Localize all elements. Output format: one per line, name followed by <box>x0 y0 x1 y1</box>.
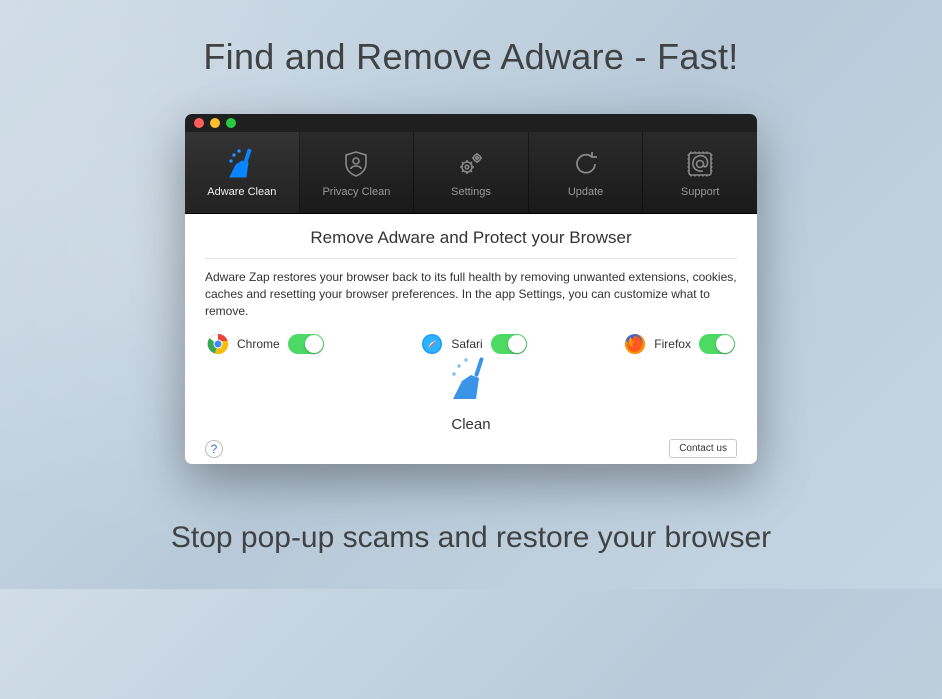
broom-icon <box>224 148 260 180</box>
tab-label: Support <box>681 186 720 198</box>
tab-label: Settings <box>451 186 491 198</box>
refresh-icon <box>571 148 601 180</box>
tab-update[interactable]: Update <box>529 132 644 213</box>
panel-title: Remove Adware and Protect your Browser <box>205 228 737 259</box>
content-panel: Remove Adware and Protect your Browser A… <box>185 214 757 464</box>
app-window: Adware Clean Privacy Clean Settings Upda… <box>185 114 757 464</box>
help-button[interactable]: ? <box>205 440 223 458</box>
tab-privacy-clean[interactable]: Privacy Clean <box>300 132 415 213</box>
safari-toggle[interactable] <box>491 334 527 354</box>
chrome-icon <box>207 333 229 355</box>
firefox-icon <box>624 333 646 355</box>
gears-icon <box>456 148 486 180</box>
footer-row: ? Contact us <box>205 439 737 458</box>
tab-support[interactable]: Support <box>643 132 757 213</box>
tab-adware-clean[interactable]: Adware Clean <box>185 132 300 213</box>
browser-row: Chrome Safari Firefox <box>205 333 737 355</box>
chrome-toggle[interactable] <box>288 334 324 354</box>
tab-label: Privacy Clean <box>322 186 390 198</box>
contact-us-button[interactable]: Contact us <box>669 439 737 458</box>
window-titlebar <box>185 114 757 132</box>
tab-label: Update <box>568 186 603 198</box>
firefox-toggle[interactable] <box>699 334 735 354</box>
privacy-shield-icon <box>341 148 371 180</box>
browser-chrome: Chrome <box>207 333 324 355</box>
broom-large-icon <box>445 355 497 408</box>
safari-icon <box>421 333 443 355</box>
toolbar: Adware Clean Privacy Clean Settings Upda… <box>185 132 757 214</box>
browser-label: Safari <box>451 337 482 351</box>
marketing-headline-bottom: Stop pop-up scams and restore your brows… <box>0 521 942 555</box>
zoom-window-button[interactable] <box>226 118 236 128</box>
browser-label: Chrome <box>237 337 280 351</box>
close-window-button[interactable] <box>194 118 204 128</box>
marketing-headline-top: Find and Remove Adware - Fast! <box>0 36 942 78</box>
panel-description: Adware Zap restores your browser back to… <box>205 269 737 319</box>
clean-action[interactable]: Clean <box>205 355 737 435</box>
browser-label: Firefox <box>654 337 691 351</box>
tab-settings[interactable]: Settings <box>414 132 529 213</box>
browser-safari: Safari <box>421 333 526 355</box>
clean-label: Clean <box>451 416 490 433</box>
support-at-icon <box>685 148 715 180</box>
browser-firefox: Firefox <box>624 333 735 355</box>
tab-label: Adware Clean <box>207 186 276 198</box>
minimize-window-button[interactable] <box>210 118 220 128</box>
